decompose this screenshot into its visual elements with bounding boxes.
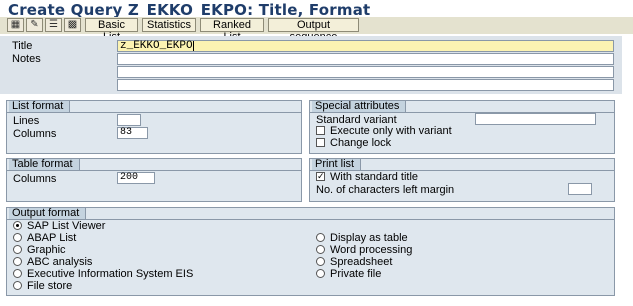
option-abap-list: ABAP List bbox=[27, 232, 77, 244]
lines-input[interactable] bbox=[117, 114, 141, 126]
output-format-heading: Output format bbox=[9, 208, 87, 220]
with-standard-title-checkbox[interactable]: ✓ bbox=[316, 172, 325, 181]
print-list-heading: Print list bbox=[312, 159, 362, 171]
display-icon[interactable]: ▦ bbox=[7, 18, 24, 32]
with-standard-title-label: With standard title bbox=[330, 171, 419, 183]
execute-only-checkbox[interactable] bbox=[316, 126, 325, 135]
title-notes-area: Title z_EKKO_EKPO Notes bbox=[0, 36, 622, 94]
list-format-group: List format Lines Columns 83 bbox=[6, 100, 302, 154]
title-value: z_EKKO_EKPO bbox=[120, 40, 193, 52]
title-input[interactable]: z_EKKO_EKPO bbox=[117, 40, 614, 52]
application-toolbar: ▦ ✎ ☰ ▩ Basic List Statistics Ranked Lis… bbox=[0, 17, 633, 43]
notes-label: Notes bbox=[12, 53, 41, 65]
basic-list-button[interactable]: Basic List bbox=[85, 18, 138, 43]
lines-label: Lines bbox=[13, 115, 40, 127]
radio-eis[interactable] bbox=[13, 269, 22, 278]
radio-private-file[interactable] bbox=[316, 269, 325, 278]
group-header-band bbox=[7, 208, 614, 220]
table-columns-input[interactable]: 200 bbox=[117, 172, 155, 184]
change-lock-label: Change lock bbox=[330, 137, 392, 149]
option-sap-list-viewer: SAP List Viewer bbox=[27, 220, 106, 232]
option-file-store: File store bbox=[27, 280, 73, 292]
radio-sap-list-viewer[interactable] bbox=[13, 221, 22, 230]
radio-abc-analysis[interactable] bbox=[13, 257, 22, 266]
special-attributes-group: Special attributes Standard variant Exec… bbox=[309, 100, 615, 154]
option-abc-analysis: ABC analysis bbox=[27, 256, 93, 268]
list-columns-label: Columns bbox=[13, 128, 57, 140]
option-spreadsheet: Spreadsheet bbox=[330, 256, 393, 268]
change-lock-checkbox[interactable] bbox=[316, 138, 325, 147]
table-format-group: Table format Columns 200 bbox=[6, 158, 302, 202]
output-sequence-button[interactable]: Output sequence bbox=[268, 18, 359, 43]
radio-file-store[interactable] bbox=[13, 281, 22, 290]
radio-word-processing[interactable] bbox=[316, 245, 325, 254]
notes-line-3[interactable] bbox=[117, 79, 614, 91]
option-private-file: Private file bbox=[330, 268, 382, 280]
option-graphic: Graphic bbox=[27, 244, 66, 256]
list-icon[interactable]: ☰ bbox=[45, 18, 62, 32]
radio-abap-list[interactable] bbox=[13, 233, 22, 242]
list-format-heading: List format bbox=[9, 101, 71, 113]
standard-variant-input[interactable] bbox=[475, 113, 596, 125]
special-attributes-heading: Special attributes bbox=[312, 101, 407, 113]
notes-line-2[interactable] bbox=[117, 66, 614, 78]
change-icon[interactable]: ✎ bbox=[26, 18, 43, 32]
ranked-list-button[interactable]: Ranked List bbox=[200, 18, 264, 43]
text-cursor bbox=[192, 41, 194, 51]
table-icon[interactable]: ▩ bbox=[64, 18, 81, 32]
option-display-as-table: Display as table bbox=[330, 232, 408, 244]
statistics-button[interactable]: Statistics bbox=[142, 18, 196, 32]
table-format-heading: Table format bbox=[9, 159, 80, 171]
title-label: Title bbox=[12, 40, 33, 52]
option-word-processing: Word processing bbox=[330, 244, 413, 256]
notes-line-1[interactable] bbox=[117, 53, 614, 65]
radio-display-as-table[interactable] bbox=[316, 233, 325, 242]
left-margin-input[interactable] bbox=[568, 183, 592, 195]
list-columns-input[interactable]: 83 bbox=[117, 127, 148, 139]
print-list-group: Print list ✓ With standard title No. of … bbox=[309, 158, 615, 202]
left-margin-label: No. of characters left margin bbox=[316, 184, 455, 196]
option-eis: Executive Information System EIS bbox=[27, 268, 194, 280]
radio-spreadsheet[interactable] bbox=[316, 257, 325, 266]
output-format-group: Output format SAP List Viewer ABAP List … bbox=[6, 207, 615, 296]
radio-graphic[interactable] bbox=[13, 245, 22, 254]
table-columns-label: Columns bbox=[13, 173, 57, 185]
execute-only-label: Execute only with variant bbox=[330, 125, 452, 137]
